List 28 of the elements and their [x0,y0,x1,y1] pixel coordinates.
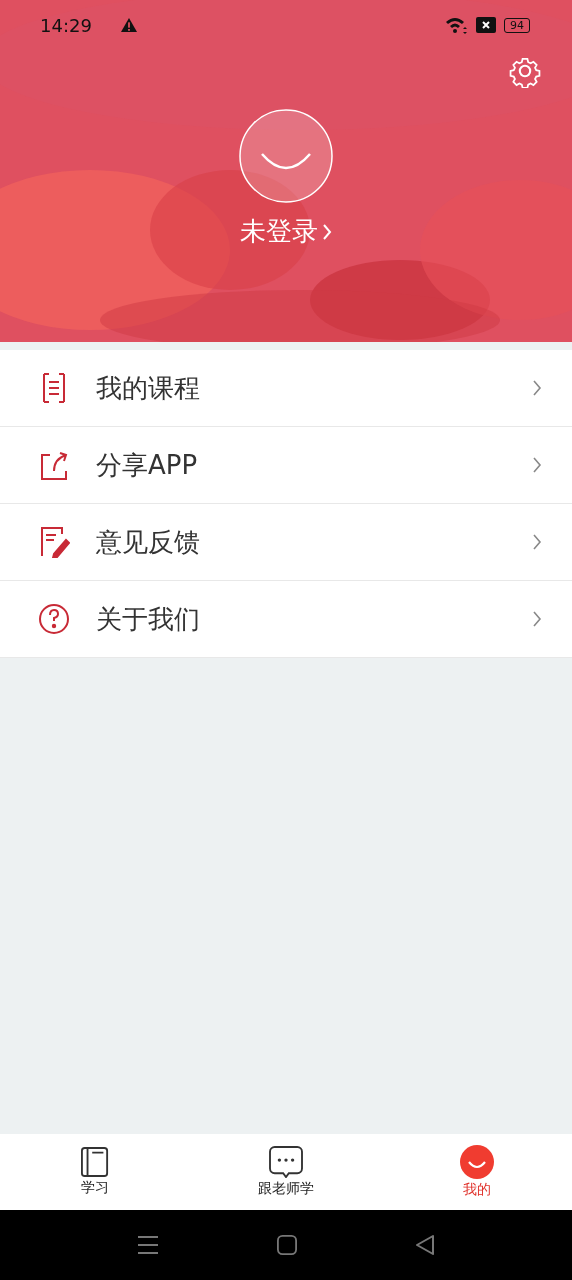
menu-item[interactable]: 关于我们 [0,581,572,658]
chevron-icon [532,379,542,397]
chevron-icon [322,222,332,241]
avatar[interactable] [238,108,334,204]
chevron-icon [532,533,542,551]
chevron-icon [532,456,542,474]
tab[interactable]: 学习 [35,1147,156,1197]
smile-icon [459,1145,494,1179]
back-icon[interactable] [415,1234,435,1256]
help-icon [38,603,70,635]
tab[interactable]: 我的 [416,1145,537,1199]
menu-icon[interactable] [137,1235,159,1255]
menu-item[interactable]: 我的课程 [0,350,572,427]
warning-icon [119,17,138,33]
chat-icon [269,1146,303,1178]
share-icon [38,449,70,481]
edit-icon [38,526,70,558]
book-icon [81,1147,110,1177]
wifi-icon [444,15,468,35]
status-time: 14:29 [40,14,92,36]
menu-item[interactable]: 意见反馈 [0,504,572,581]
battery-level: 94 [504,17,530,33]
home-icon[interactable] [277,1235,297,1255]
login-link[interactable]: 未登录 [240,214,332,249]
tab[interactable]: 跟老师学 [226,1146,346,1198]
sim-icon [476,17,496,33]
chevron-icon [532,610,542,628]
menu-item[interactable]: 分享APP [0,427,572,504]
